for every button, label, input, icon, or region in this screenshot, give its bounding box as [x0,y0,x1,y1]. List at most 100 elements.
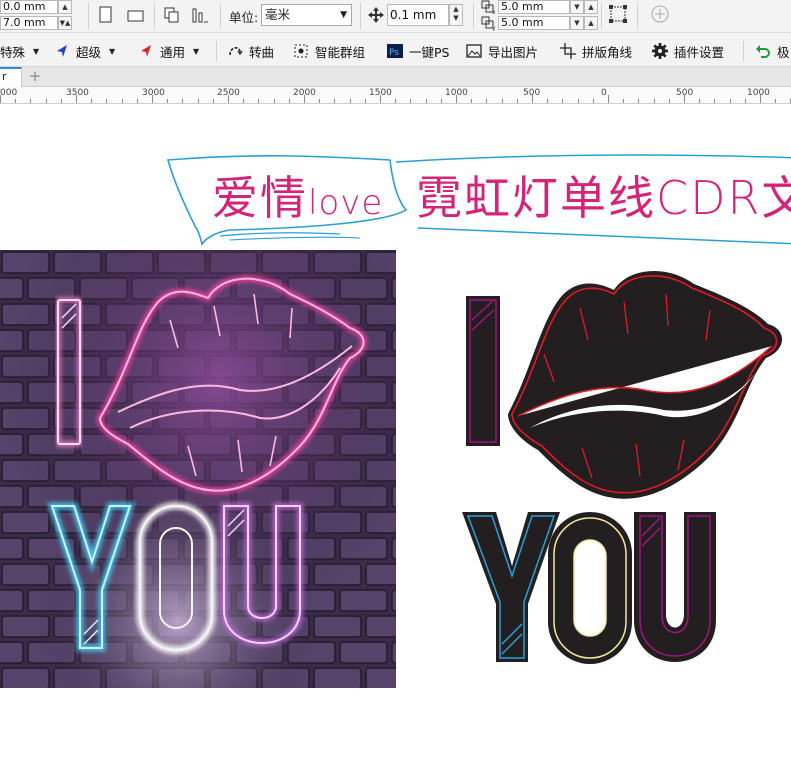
svg-text:x: x [492,9,496,15]
nudge-stepper[interactable]: ▲ ▼ [449,4,463,26]
export-image-button[interactable]: 导出图片 [466,41,538,61]
ruler-tick [425,99,427,103]
general-menu[interactable]: 通用 ▼ [138,41,199,61]
duplicate-x-stepper-up[interactable]: ▲ [584,0,598,14]
ruler-tick [319,99,321,103]
ruler-tick [258,99,260,103]
convert-curve-button[interactable]: 转曲 [227,41,274,61]
red-arrow-icon [138,43,154,59]
ruler-label: 3000 [142,88,165,98]
separator [601,3,602,29]
unit-select-value: 毫米 [265,7,291,22]
ruler-tick [501,99,503,103]
new-tab-button[interactable]: + [26,69,44,85]
width-field[interactable]: 0.0 mm [0,0,58,14]
ruler-tick [623,99,625,103]
bounds-icon [609,5,627,23]
ruler-label: 0 [601,88,607,98]
pages-icon [164,7,179,23]
super-menu[interactable]: 超级 ▼ [54,41,115,61]
lineart-artwork-svg [462,271,783,664]
height-field[interactable]: 7.0 mm [0,16,58,30]
ruler-tick [395,99,397,103]
page-size-icon [192,8,208,23]
blue-arrow-icon [54,43,70,59]
ruler-tick [167,99,169,103]
plugin-settings-button[interactable]: 插件设置 [652,41,724,61]
plugin-settings-label: 插件设置 [674,44,725,60]
ruler-tick [486,99,488,103]
chevron-down-icon: ▼ [33,46,40,56]
chevron-down-icon: ▼ [340,10,347,20]
separator [88,3,89,29]
portrait-page-button[interactable] [96,5,116,25]
image-icon [466,43,482,59]
lineart-letter-u [634,512,716,662]
gear-icon [652,43,668,59]
crop-marks-label: 拼版角线 [582,44,633,60]
svg-text:Ps: Ps [389,48,399,58]
drawing-canvas[interactable]: 爱情love 霓虹灯单线CDR文 [0,104,791,764]
lineart-letter-i [466,296,500,446]
separator [637,3,638,29]
ruler-tick [182,99,184,103]
landscape-page-button[interactable] [126,6,146,26]
crop-marks-button[interactable]: 拼版角线 [560,41,632,61]
ruler-tick [197,99,199,103]
height-stepper[interactable]: ▼▲ [58,16,72,30]
one-click-ps-button[interactable]: Ps 一键PS [387,41,449,61]
ruler-tick [152,95,153,103]
ruler-tick [516,99,518,103]
undo-extra-label: 极 [777,44,790,60]
duplicate-y-field[interactable]: 5.0 mm [498,16,570,30]
horizontal-ruler[interactable]: 000 3500 3000 2500 2000 1500 1000 500 0 … [0,87,791,104]
separator [220,3,221,29]
ruler-tick [15,99,17,103]
unit-label: 单位: [229,10,259,25]
duplicate-x-field[interactable]: 5.0 mm [498,0,570,14]
neon-artwork[interactable] [0,250,396,688]
lineart-artwork[interactable] [452,264,791,664]
ruler-tick [775,99,777,103]
nudge-distance-field[interactable]: 0.1 mm [387,4,449,26]
undo-extra-button[interactable]: 极 [755,41,790,61]
ruler-tick [30,99,32,103]
width-stepper-up[interactable]: ▲ [58,0,72,14]
ruler-tick [212,99,214,103]
duplicate-y-stepper[interactable]: ▼ [570,16,584,30]
ruler-tick [729,99,731,103]
unit-select[interactable]: 毫米 ▼ [261,4,352,26]
nudge-icon-wrap [366,5,386,25]
ruler-tick [60,99,62,103]
ruler-tick [608,95,609,103]
ruler-tick [456,95,457,103]
ruler-tick [45,99,47,103]
special-menu[interactable]: 特殊 ▼ [0,41,39,61]
separator [154,3,155,29]
ruler-tick [471,99,473,103]
one-click-ps-label: 一键PS [409,44,450,60]
page-bounds-button[interactable] [608,4,628,24]
duplicate-x-stepper[interactable]: ▼ [570,0,584,14]
portrait-icon [99,6,112,23]
ruler-tick [273,99,275,103]
add-page-button[interactable] [650,4,670,24]
undo-icon [755,43,771,59]
duplicate-y-stepper-up[interactable]: ▲ [584,16,598,30]
ruler-tick [653,99,655,103]
lineart-letter-o [548,512,632,664]
document-tab-bar: r + [0,67,791,87]
ruler-tick [592,99,594,103]
current-page-button[interactable] [190,5,210,25]
ruler-tick [243,99,245,103]
smart-group-button[interactable]: 智能群组 [293,41,365,61]
convert-curve-label: 转曲 [249,44,275,60]
ruler-label: 3500 [66,88,89,98]
special-menu-label: 特殊 [0,44,26,60]
all-pages-button[interactable] [162,5,182,25]
landscape-icon [127,10,144,22]
document-tab[interactable]: r [0,67,22,87]
ruler-tick [76,95,77,103]
lineart-lips [508,271,783,499]
separator [743,41,744,61]
